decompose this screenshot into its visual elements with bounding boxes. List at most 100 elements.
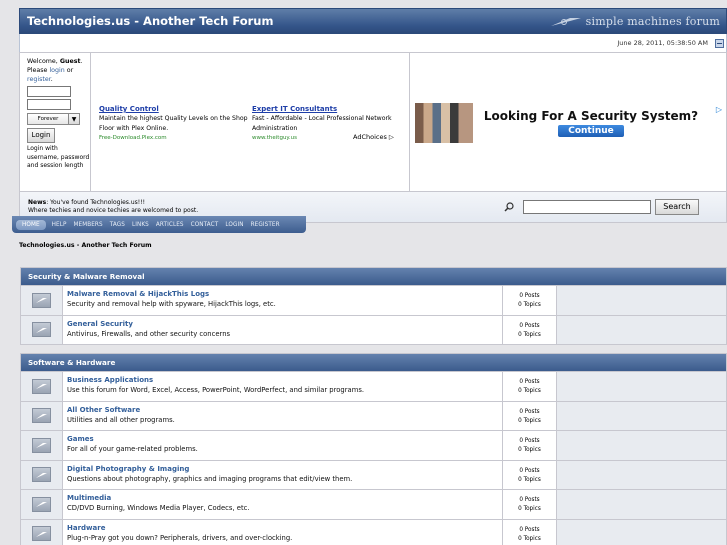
date-bar: June 28, 2011, 05:38:50 AM xyxy=(19,34,727,52)
board-last-post xyxy=(557,401,726,430)
board-status-icon[interactable] xyxy=(32,496,51,512)
board-stats: 0 Posts 0 Topics xyxy=(503,460,557,489)
collapse-header-button[interactable] xyxy=(715,38,724,48)
password-input[interactable] xyxy=(27,99,71,110)
board-description: For all of your game-related problems. xyxy=(67,445,198,453)
main-nav: HOME HELP MEMBERS TAGS LINKS ARTICLES CO… xyxy=(12,216,306,233)
security-banner-ad[interactable]: Looking For A Security System? Continue xyxy=(415,103,709,143)
search-area: Search xyxy=(504,199,699,215)
nav-register[interactable]: REGISTER xyxy=(251,222,280,228)
news-label: News xyxy=(28,198,47,206)
ad-info-icon[interactable]: ▷ xyxy=(716,105,722,114)
board-stats: 0 Posts 0 Topics xyxy=(503,401,557,430)
board-row: Multimedia CD/DVD Burning, Windows Media… xyxy=(21,489,726,519)
board-status-icon[interactable] xyxy=(32,292,51,308)
board-description: Questions about photography, graphics an… xyxy=(67,474,353,483)
board-link[interactable]: Business Applications xyxy=(67,375,502,385)
board-description: Plug-n-Pray got you down? Peripherals, d… xyxy=(67,533,293,542)
board-last-post xyxy=(557,286,726,315)
board-stats: 0 Posts 0 Topics xyxy=(503,431,557,460)
adchoices-link[interactable]: AdChoices ▷ xyxy=(353,133,394,141)
board-description: CD/DVD Burning, Windows Media Player, Co… xyxy=(67,504,250,512)
ad-url[interactable]: Free-Download.Plex.com xyxy=(99,134,254,140)
board-link[interactable]: Multimedia xyxy=(67,493,502,503)
board-link[interactable]: Games xyxy=(67,434,502,444)
login-box: Welcome, Guest. Please login or register… xyxy=(20,53,91,191)
banner-ad-block: Looking For A Security System? Continue … xyxy=(410,53,726,191)
search-button[interactable]: Search xyxy=(655,199,699,215)
board-last-post xyxy=(557,315,726,344)
board-status-icon[interactable] xyxy=(32,322,51,338)
search-input[interactable] xyxy=(523,200,651,214)
ad-title[interactable]: Quality Control xyxy=(99,104,254,114)
board-status-icon[interactable] xyxy=(32,437,51,453)
board-link[interactable]: All Other Software xyxy=(67,405,502,415)
banner-headline: Looking For A Security System? xyxy=(483,109,699,123)
guest-label: Guest xyxy=(59,58,81,65)
smf-logo[interactable]: simple machines forum xyxy=(550,15,720,28)
login-link[interactable]: login xyxy=(49,67,64,74)
banner-continue-button[interactable]: Continue xyxy=(558,125,624,137)
board-description: Use this forum for Word, Excel, Access, … xyxy=(67,386,365,394)
board-last-post xyxy=(557,460,726,489)
category-header[interactable]: Software & Hardware xyxy=(21,354,726,371)
user-panel: Welcome, Guest. Please login or register… xyxy=(19,52,727,192)
board-stats: 0 Posts 0 Topics xyxy=(503,372,557,401)
board-row: Digital Photography & Imaging Questions … xyxy=(21,459,726,489)
board-row: Malware Removal & HijackThis Logs Securi… xyxy=(21,285,726,315)
board-link[interactable]: Malware Removal & HijackThis Logs xyxy=(67,289,502,299)
breadcrumb[interactable]: Technologies.us - Another Tech Forum xyxy=(19,242,152,249)
board-last-post xyxy=(557,490,726,519)
board-stats: 0 Posts 0 Topics xyxy=(503,286,557,315)
board-description: Antivirus, Firewalls, and other security… xyxy=(67,329,231,338)
session-length-select[interactable]: Forever xyxy=(27,113,69,125)
nav-login[interactable]: LOGIN xyxy=(225,222,243,228)
ad-text: Fast - Affordable - Local Professional N… xyxy=(252,115,392,132)
site-title[interactable]: Technologies.us - Another Tech Forum xyxy=(27,14,273,28)
board-last-post xyxy=(557,431,726,460)
board-stats: 0 Posts 0 Topics xyxy=(503,315,557,344)
ad-title[interactable]: Expert IT Consultants xyxy=(252,104,407,114)
category-software-hardware: Software & Hardware Business Application… xyxy=(20,353,727,545)
news-line2: Where techies and novice techies are wel… xyxy=(28,207,199,214)
board-description: Security and removal help with spyware, … xyxy=(67,300,276,308)
board-last-post xyxy=(557,519,726,545)
news-text: News: You've found Technologies.us!!! Wh… xyxy=(28,198,199,215)
board-status-icon[interactable] xyxy=(32,467,51,483)
board-stats: 0 Posts 0 Topics xyxy=(503,490,557,519)
nav-contact[interactable]: CONTACT xyxy=(191,222,219,228)
board-status-icon[interactable] xyxy=(32,526,51,542)
smf-gear-icon xyxy=(550,18,581,26)
login-note: Login with username, password and sessio… xyxy=(27,145,90,169)
nav-tags[interactable]: TAGS xyxy=(110,222,125,228)
nav-links[interactable]: LINKS xyxy=(132,222,149,228)
board-description: Utilities and all other programs. xyxy=(67,415,175,424)
nav-members[interactable]: MEMBERS xyxy=(74,222,103,228)
chevron-down-icon[interactable]: ▼ xyxy=(69,113,80,125)
board-link[interactable]: Digital Photography & Imaging xyxy=(67,464,502,474)
text-ad-block: Quality Control Maintain the highest Qua… xyxy=(91,53,410,191)
login-button[interactable]: Login xyxy=(27,128,55,143)
board-link[interactable]: Hardware xyxy=(67,523,502,533)
banner-photo xyxy=(415,103,473,143)
board-status-icon[interactable] xyxy=(32,408,51,424)
board-stats: 0 Posts 0 Topics xyxy=(503,519,557,545)
forum-header: Technologies.us - Another Tech Forum sim… xyxy=(19,8,727,34)
current-date: June 28, 2011, 05:38:50 AM xyxy=(617,39,708,47)
nav-help[interactable]: HELP xyxy=(52,222,67,228)
board-status-icon[interactable] xyxy=(32,378,51,394)
board-row: All Other Software Utilities and all oth… xyxy=(21,400,726,430)
ad-text: Maintain the highest Quality Levels on t… xyxy=(99,115,248,132)
board-link[interactable]: General Security xyxy=(67,319,502,329)
welcome-text: Welcome, Guest. Please login or register… xyxy=(27,58,83,83)
category-security: Security & Malware Removal Malware Remov… xyxy=(20,267,727,345)
ad-unit-quality-control[interactable]: Quality Control Maintain the highest Qua… xyxy=(99,104,254,140)
board-last-post xyxy=(557,372,726,401)
nav-articles[interactable]: ARTICLES xyxy=(156,222,184,228)
category-header[interactable]: Security & Malware Removal xyxy=(21,268,726,285)
board-row: General Security Antivirus, Firewalls, a… xyxy=(21,314,726,344)
nav-home[interactable]: HOME xyxy=(16,219,46,230)
register-link[interactable]: register xyxy=(27,76,51,83)
search-icon xyxy=(504,202,514,212)
username-input[interactable] xyxy=(27,86,71,97)
